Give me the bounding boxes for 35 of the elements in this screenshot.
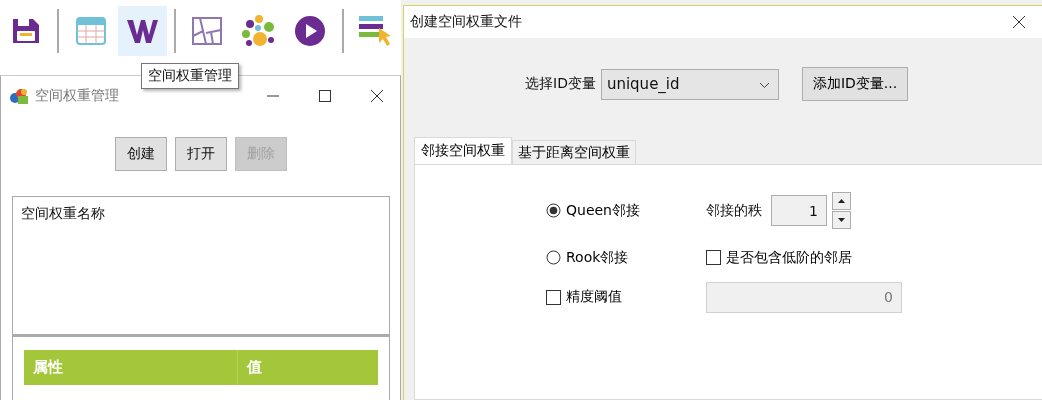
down-arrow-icon — [838, 218, 845, 222]
close-icon — [1012, 15, 1026, 29]
column-header: 值 — [245, 357, 263, 378]
maximize-icon — [319, 90, 331, 102]
radio-option[interactable]: Rook邻接 — [546, 248, 629, 267]
field-label: 选择ID变量 — [525, 75, 596, 93]
tab[interactable]: 基于距离空间权重 — [512, 140, 636, 164]
column-header: 属性 — [24, 350, 238, 385]
minimize-icon — [267, 95, 279, 97]
spin-down-button[interactable] — [832, 211, 851, 229]
dialog-title: 创建空间权重文件 — [410, 13, 523, 31]
tooltip: 空间权重管理 — [141, 63, 239, 89]
toolbar-button[interactable] — [117, 6, 167, 56]
list-header: 空间权重名称 — [21, 205, 105, 221]
action-button[interactable]: 打开 — [175, 137, 227, 171]
action-button[interactable]: 创建 — [115, 137, 167, 171]
table-icon — [75, 17, 106, 45]
order-spinbox[interactable]: 1 — [771, 195, 827, 226]
window-title: 空间权重管理 — [35, 87, 120, 105]
app-logo-icon — [9, 87, 29, 105]
add-id-variable-button[interactable]: 添加ID变量... — [801, 67, 909, 101]
map-icon — [191, 16, 224, 46]
dot-cluster-icon — [240, 14, 277, 48]
id-variable-dropdown[interactable]: unique_id — [600, 68, 779, 100]
letter-w-icon — [126, 17, 159, 45]
radio-option[interactable]: Queen邻接 — [546, 201, 640, 220]
up-arrow-icon — [838, 199, 845, 203]
chevron-down-icon — [758, 82, 770, 89]
close-icon — [370, 89, 384, 103]
tab[interactable]: 邻接空间权重 — [414, 137, 512, 164]
play-icon — [294, 15, 327, 47]
checkbox-option[interactable]: 是否包含低阶的邻居 — [706, 248, 852, 267]
field-label: 邻接的秩 — [706, 201, 762, 220]
save-icon — [10, 16, 41, 46]
spin-up-button[interactable] — [832, 192, 851, 210]
